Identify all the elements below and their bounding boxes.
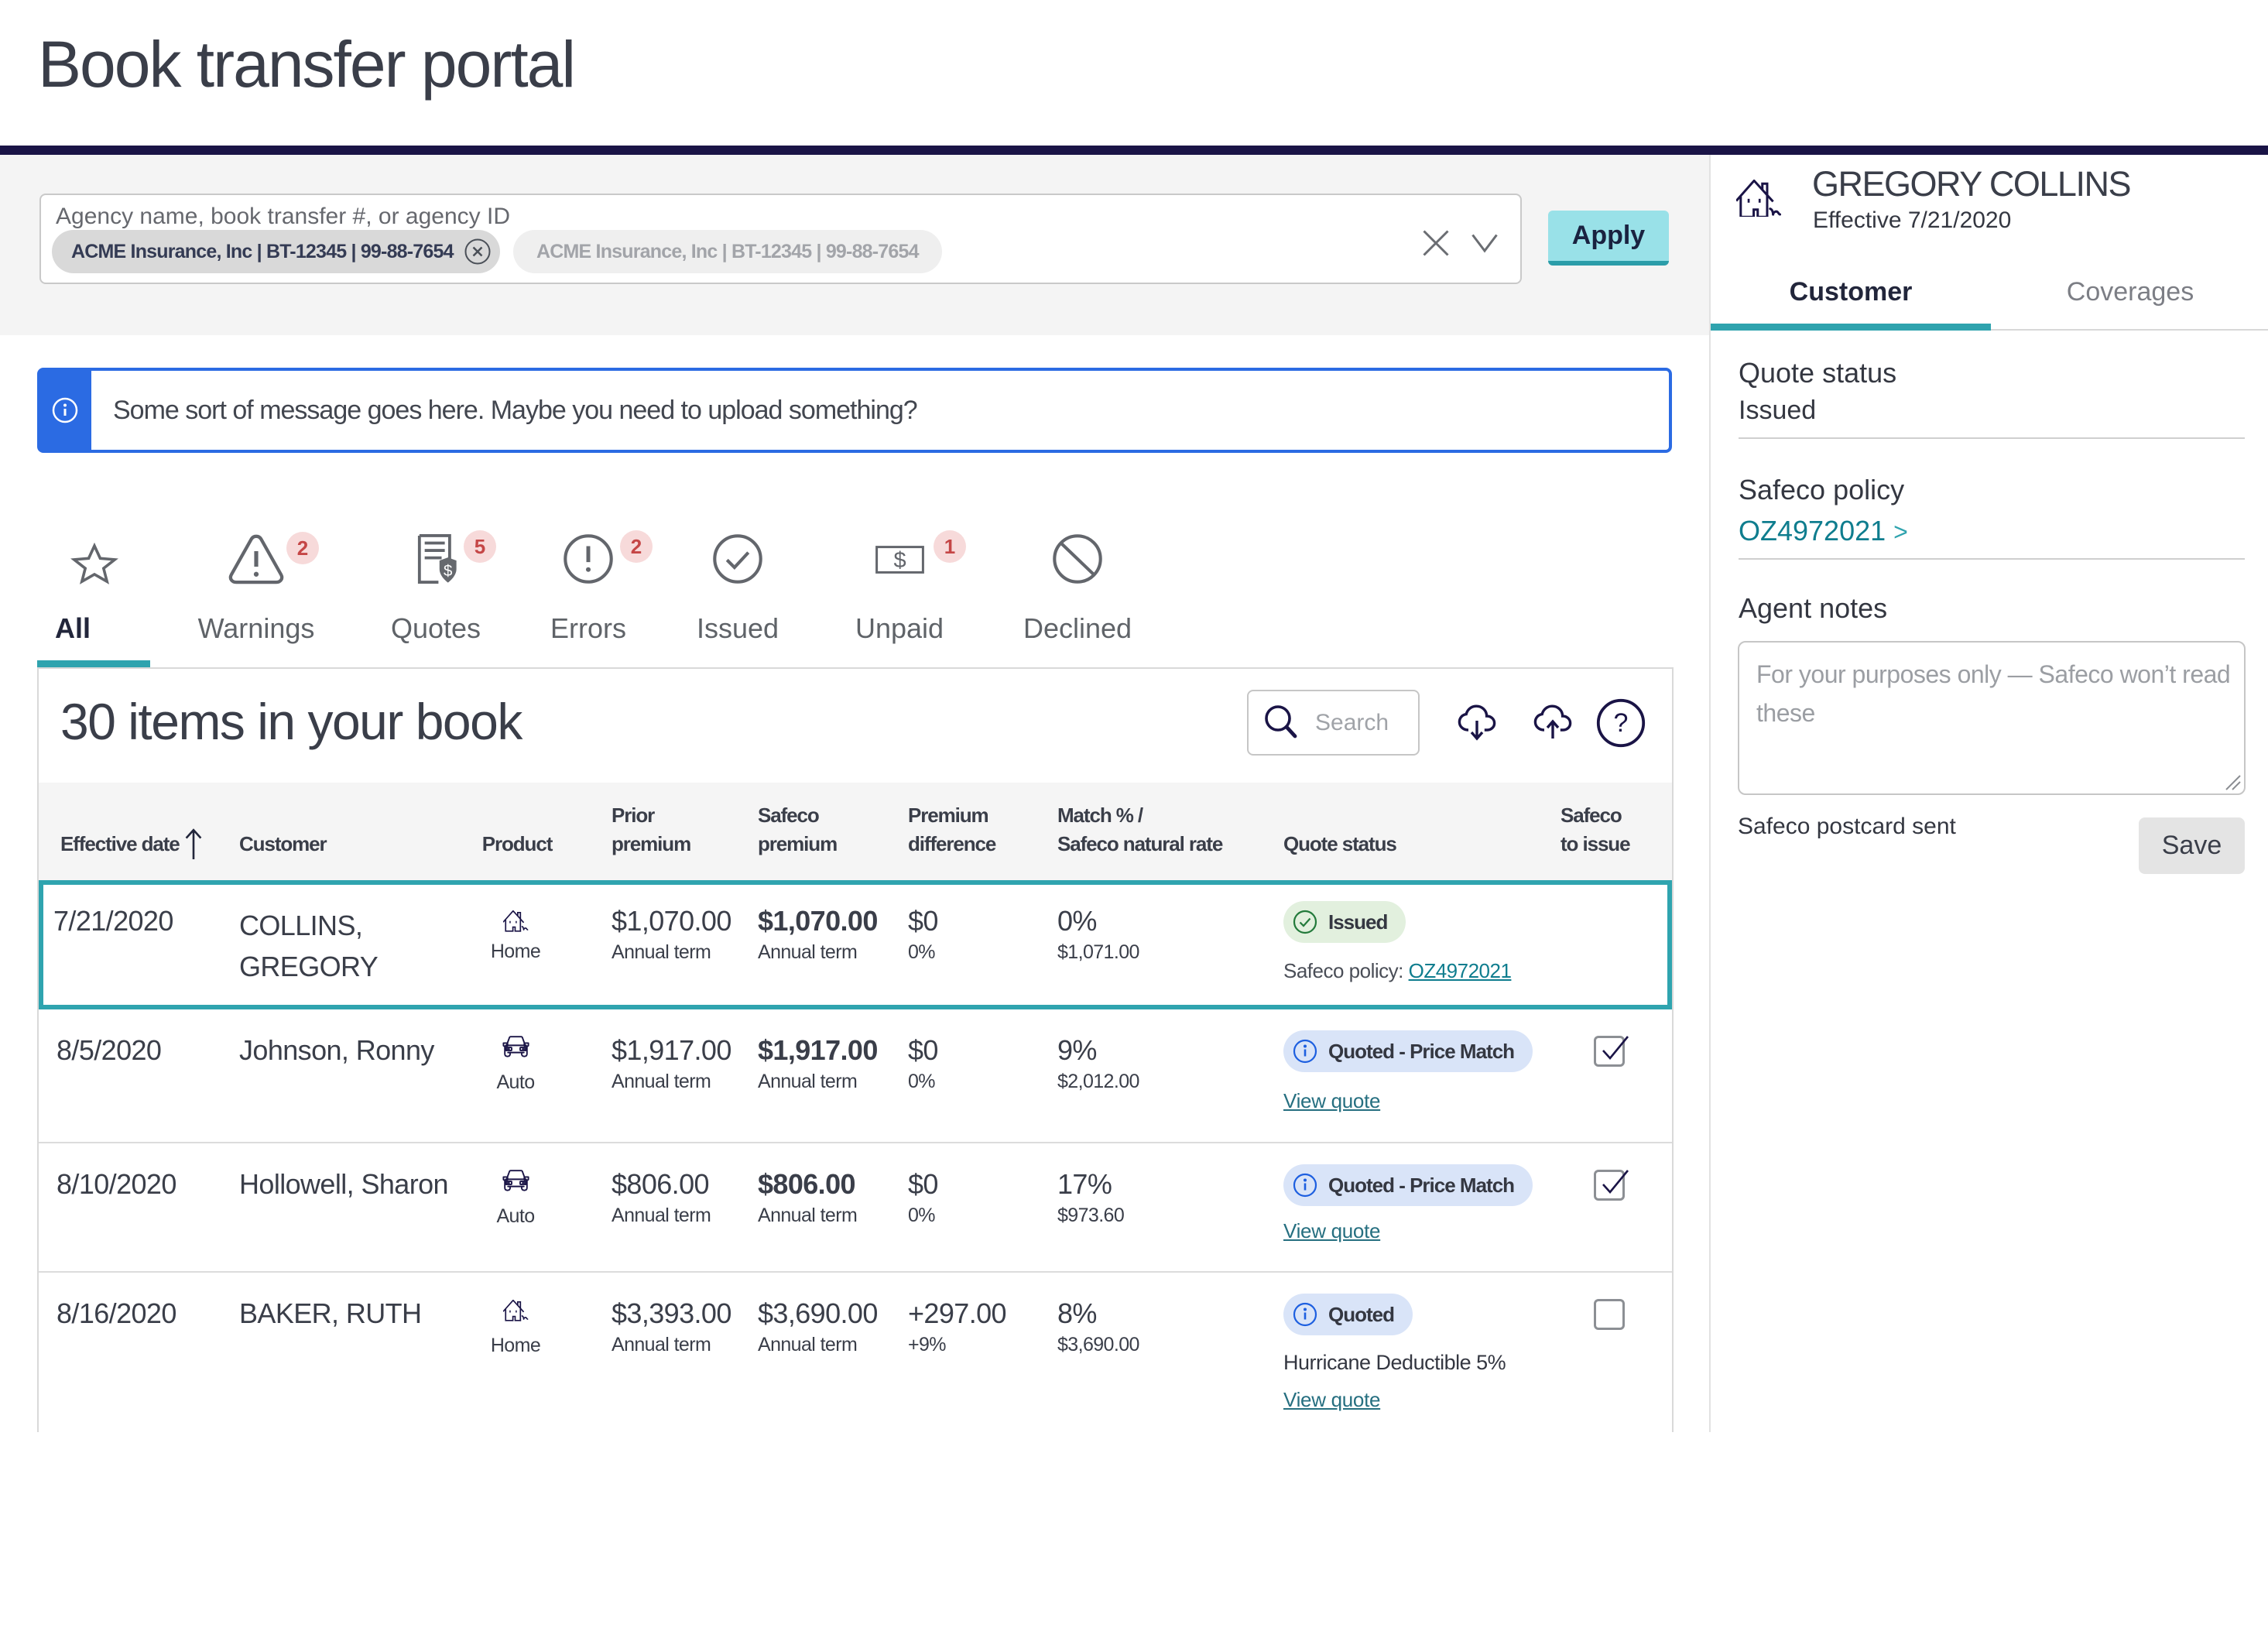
svg-text:$: $ [893, 548, 906, 573]
svg-text:?: ? [1614, 708, 1629, 738]
svg-text:$: $ [444, 562, 453, 580]
